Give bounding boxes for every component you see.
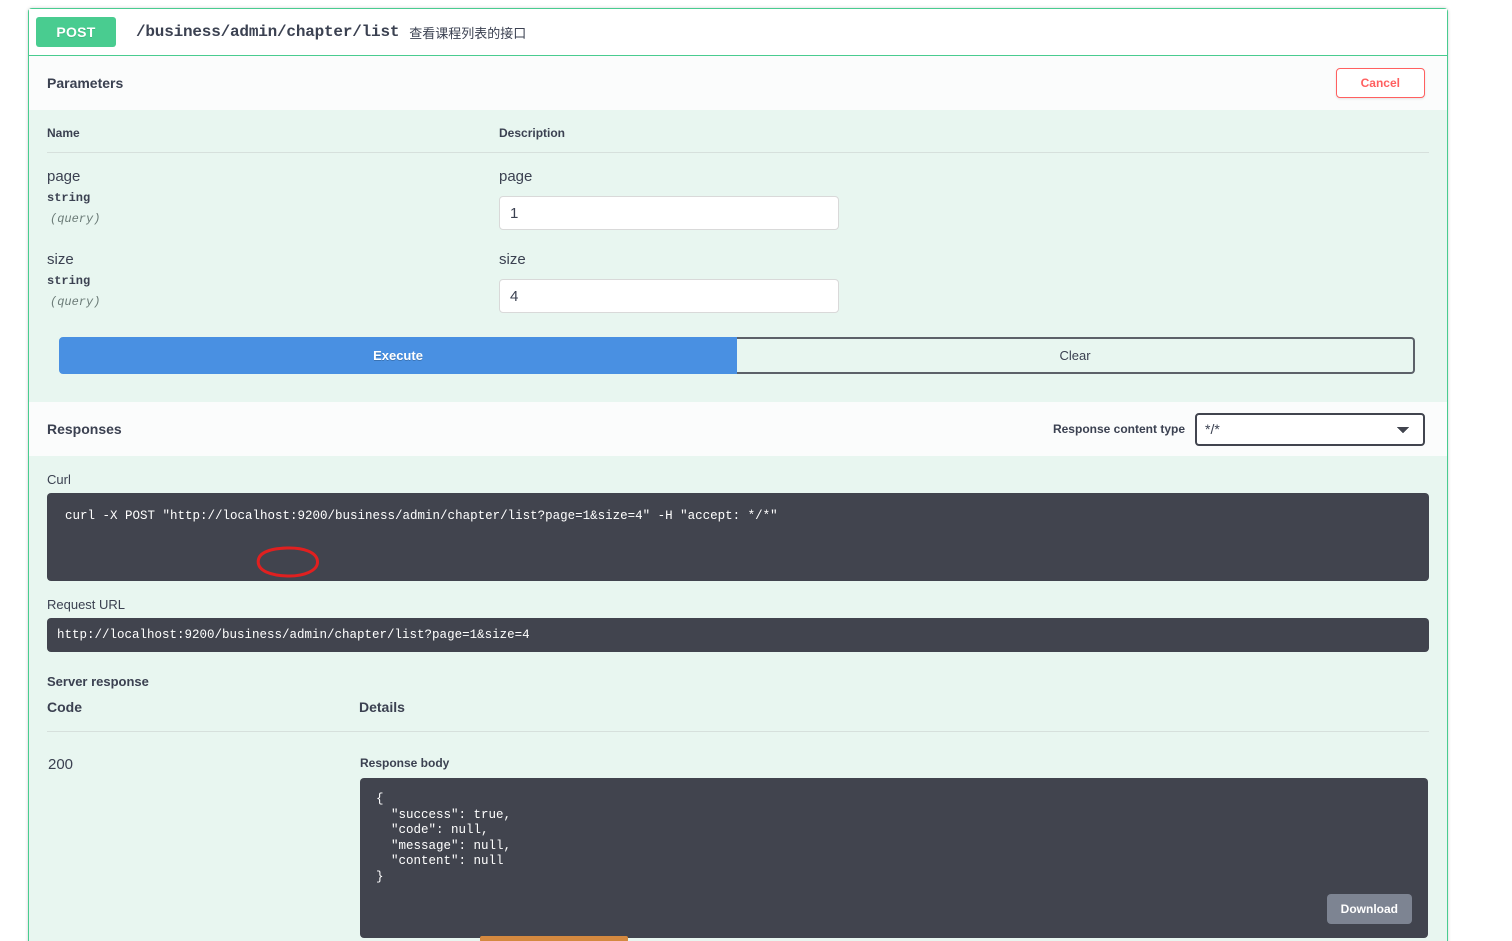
response-content-type-wrap: Response content type */*	[1052, 412, 1425, 446]
column-header-details: Details	[359, 699, 1429, 732]
table-row: page string (query) page	[47, 153, 1429, 237]
response-body-label: Response body	[360, 756, 450, 770]
parameters-table-header-row: Name Description	[47, 110, 1429, 153]
parameter-name: page	[47, 168, 81, 185]
parameters-header: Parameters Cancel	[29, 56, 1447, 110]
download-button[interactable]: Download	[1326, 894, 1412, 924]
operation-description: 查看课程列表的接口	[409, 25, 527, 41]
server-response-table: Code Details 200 Response body { "succes…	[47, 699, 1429, 941]
parameters-title: Parameters	[47, 75, 124, 91]
operation-summary-bar[interactable]: POST /business/admin/chapter/list 查看课程列表…	[29, 9, 1447, 56]
parameters-table: Name Description page string (query) pag…	[47, 110, 1429, 319]
response-body-json: { "success": true, "code": null, "messag…	[376, 792, 512, 884]
page-input[interactable]	[499, 196, 839, 230]
response-table-header-row: Code Details	[47, 699, 1429, 732]
server-response-label: Server response	[47, 674, 149, 689]
status-code: 200	[48, 756, 74, 773]
execute-button[interactable]: Execute	[59, 337, 737, 374]
operation-path: /business/admin/chapter/list	[136, 23, 400, 41]
clear-button[interactable]: Clear	[737, 337, 1415, 374]
response-code-cell: 200	[47, 732, 359, 940]
responses-title: Responses	[47, 421, 122, 437]
parameter-description-label: page	[499, 168, 533, 185]
responses-body: Curl curl -X POST "http://localhost:9200…	[29, 472, 1447, 941]
table-row: size string (query) size	[47, 236, 1429, 319]
response-content-type-label: Response content type	[1052, 422, 1185, 436]
size-input[interactable]	[499, 279, 839, 313]
parameter-name-cell: page string (query)	[47, 153, 499, 237]
response-content-type-select[interactable]: */*	[1195, 412, 1425, 446]
parameter-type: string	[47, 274, 91, 288]
request-url-block: http://localhost:9200/business/admin/cha…	[47, 618, 1429, 652]
parameter-name: size	[47, 251, 74, 268]
table-row: 200 Response body { "success": true, "co…	[47, 732, 1429, 941]
parameter-location: (query)	[50, 212, 101, 226]
column-header-name: Name	[47, 110, 499, 153]
parameter-type: string	[47, 191, 91, 205]
execute-clear-row: Execute Clear	[59, 337, 1415, 374]
parameter-location: (query)	[50, 295, 101, 309]
parameter-description-cell: page	[499, 153, 1429, 237]
curl-label: Curl	[47, 472, 71, 487]
parameters-body: Name Description page string (query) pag…	[29, 110, 1447, 374]
cancel-button[interactable]: Cancel	[1335, 68, 1425, 98]
highlighted-strip	[480, 936, 628, 941]
curl-command-block[interactable]: curl -X POST "http://localhost:9200/busi…	[47, 493, 1429, 581]
http-method-badge: POST	[36, 17, 116, 47]
response-details-cell: Response body { "success": true, "code":…	[359, 732, 1429, 941]
swagger-ui-page: POST /business/admin/chapter/list 查看课程列表…	[0, 0, 1512, 941]
request-url-label: Request URL	[47, 597, 126, 612]
column-header-code: Code	[47, 699, 359, 732]
response-body-block: { "success": true, "code": null, "messag…	[360, 778, 1428, 941]
parameter-description-cell: size	[499, 236, 1429, 319]
parameter-name-cell: size string (query)	[47, 236, 499, 319]
operation-block: POST /business/admin/chapter/list 查看课程列表…	[28, 8, 1448, 941]
column-header-description: Description	[499, 110, 1429, 153]
responses-header: Responses Response content type */*	[29, 402, 1447, 456]
parameter-description-label: size	[499, 251, 526, 268]
